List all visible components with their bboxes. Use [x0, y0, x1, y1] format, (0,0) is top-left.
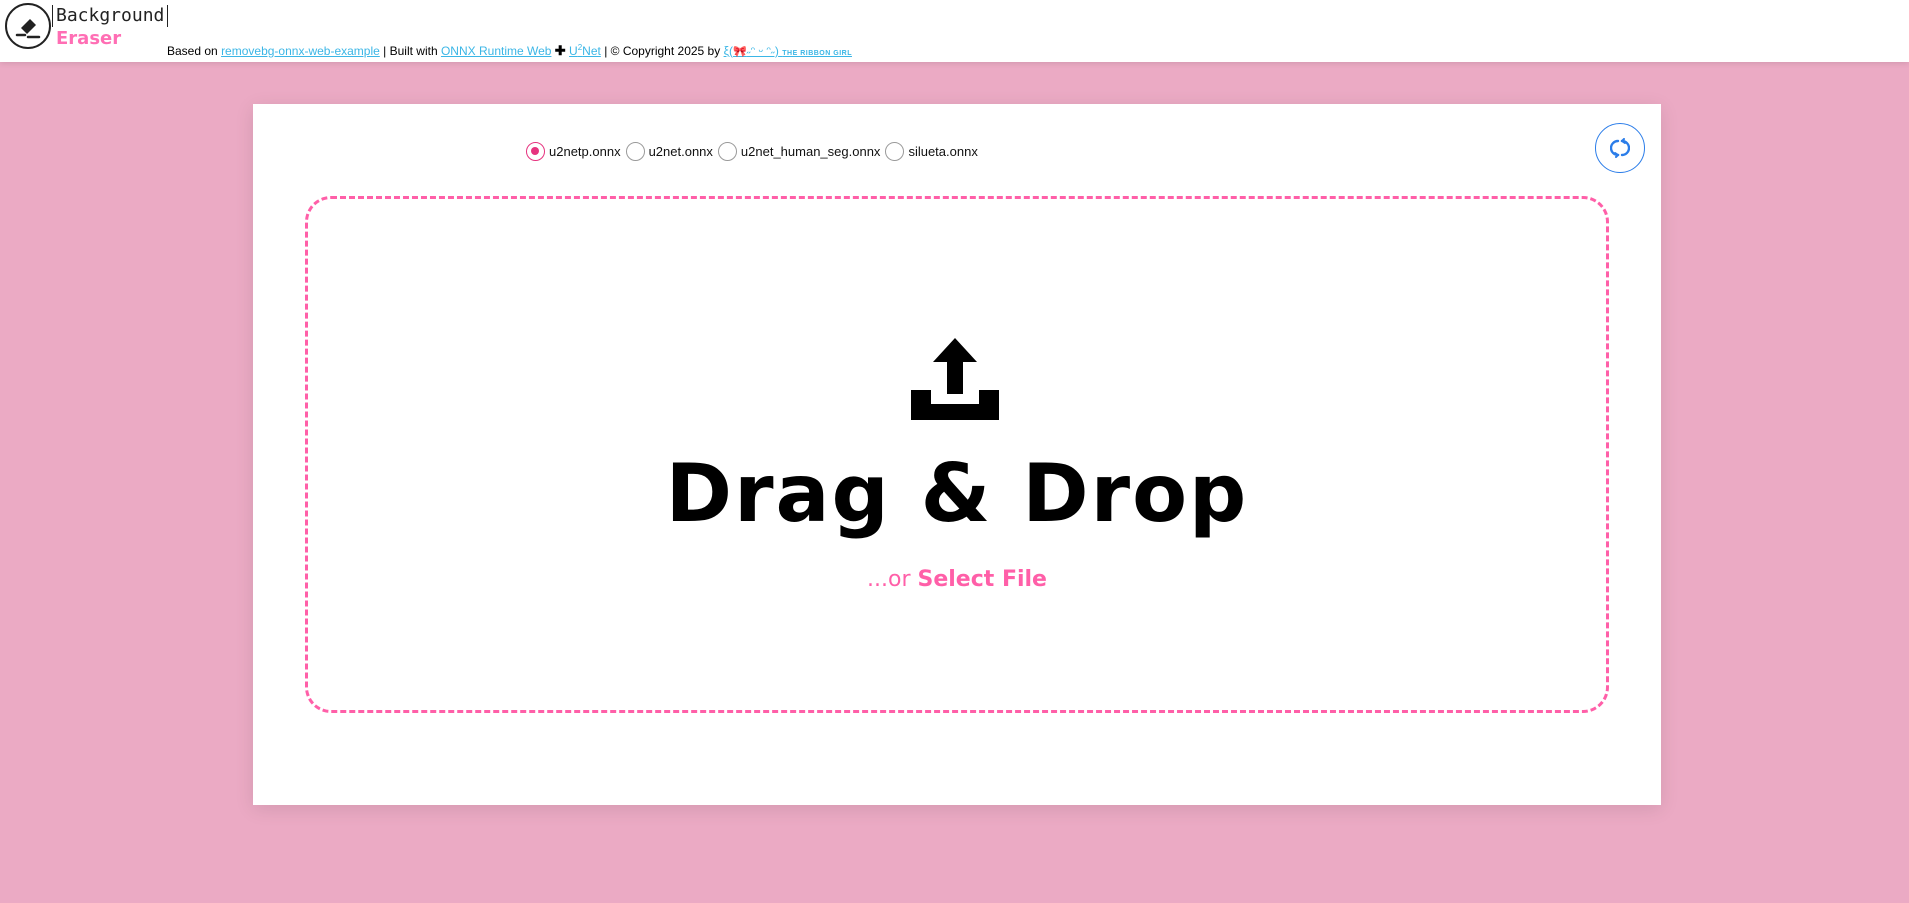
- credits-built-with: | Built with: [383, 44, 438, 58]
- radio-u2netp[interactable]: [526, 142, 545, 161]
- credits-line: Based on removebg-onnx-web-example | Bui…: [167, 41, 852, 61]
- select-file-link[interactable]: Select File: [918, 567, 1047, 592]
- sync-icon: [1610, 138, 1630, 158]
- model-label-u2netp[interactable]: u2netp.onnx: [549, 144, 621, 159]
- plus-icon: ✚: [554, 43, 566, 58]
- model-selector: u2netp.onnx u2net.onnx u2net_human_seg.o…: [526, 142, 983, 161]
- link-removebg-example[interactable]: removebg-onnx-web-example: [221, 44, 380, 58]
- select-file-prompt: ...or Select File: [308, 567, 1606, 592]
- logo-text-eraser: Eraser: [56, 28, 122, 49]
- link-onnx-runtime-web[interactable]: ONNX Runtime Web: [441, 44, 551, 58]
- or-text: ...or: [867, 567, 918, 592]
- credits-based-on: Based on: [167, 44, 218, 58]
- app-header: Background Eraser Based on removebg-onnx…: [0, 0, 1909, 62]
- link-ribbon-girl[interactable]: ξ(🎀˶ᵔ ᵕ ᵔ˶) THE RIBBON GIRL: [724, 44, 852, 58]
- logo-eraser-icon: [5, 3, 51, 49]
- ribbon-icon: 🎀: [732, 46, 747, 58]
- main-card: u2netp.onnx u2net.onnx u2net_human_seg.o…: [253, 104, 1661, 805]
- credits-copyright: | © Copyright 2025 by: [604, 44, 721, 58]
- link-u2net[interactable]: U2Net: [569, 43, 601, 58]
- radio-silueta[interactable]: [885, 142, 905, 161]
- model-label-u2net-human-seg[interactable]: u2net_human_seg.onnx: [741, 144, 881, 159]
- upload-tray-icon: [911, 338, 999, 420]
- model-label-silueta[interactable]: silueta.onnx: [908, 144, 977, 159]
- model-label-u2net[interactable]: u2net.onnx: [649, 144, 713, 159]
- sync-button[interactable]: [1595, 123, 1645, 173]
- drag-drop-title: Drag & Drop: [665, 447, 1249, 540]
- drop-zone[interactable]: Drag & Drop ...or Select File: [305, 196, 1609, 713]
- radio-u2net-human-seg[interactable]: [717, 142, 737, 161]
- logo-text-background: Background: [52, 5, 169, 27]
- radio-u2net[interactable]: [625, 142, 645, 161]
